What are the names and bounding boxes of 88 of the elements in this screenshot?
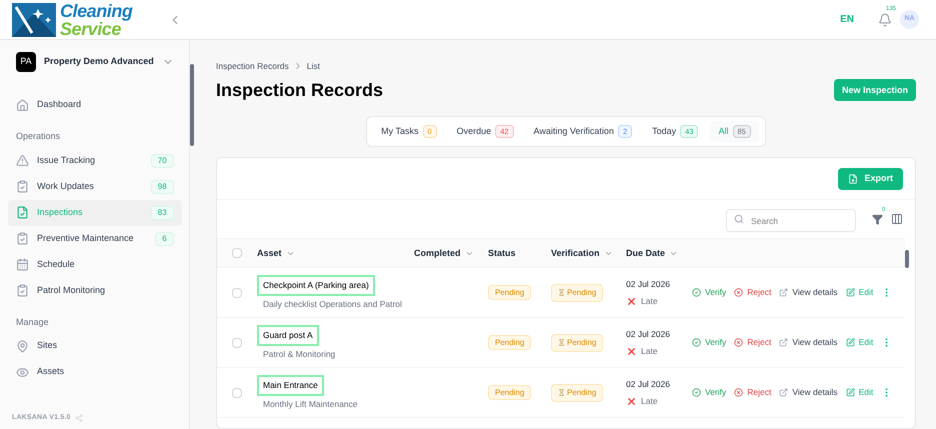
clipboard-icon [16,180,29,193]
asset-subtitle: Patrol & Monitoring [262,348,336,360]
clipboard-icon [16,232,29,245]
asset-name[interactable]: Main Entrance [257,375,324,396]
warning-icon [16,154,29,167]
column-header[interactable]: Verification [551,246,613,260]
check-circle-icon [692,388,701,398]
external-link-icon [779,388,788,398]
late-label: Late [641,344,658,358]
status-badge: Pending [488,385,532,400]
share-icon [74,414,83,422]
search-icon [734,214,744,224]
check-circle-icon [692,338,701,348]
check-circle-icon [692,288,701,298]
pencil-square-icon [846,388,855,398]
document-check-icon [16,206,29,219]
external-link-icon [779,288,788,298]
late-label: Late [641,294,658,308]
x-circle-icon [734,388,744,398]
download-icon [848,174,858,184]
column-header[interactable]: Due Date [626,246,678,260]
sidebar-item[interactable]: Patrol Monitoring [8,278,182,304]
search-field[interactable]: Search [726,209,856,232]
section-heading: Operations [15,130,62,143]
logo-icon [12,2,56,36]
count-badge: 83 [150,206,174,220]
clipboard-icon [16,284,29,297]
reject-link[interactable]: Reject [734,286,772,300]
due-date: 02 Jul 2026 [626,378,671,391]
house-icon [16,98,29,112]
sidebar-item[interactable]: Issue Tracking 70 [8,148,182,174]
scrollbar-thumb[interactable] [190,64,194,146]
sidebar-item[interactable]: Preventive Maintenance 6 [8,226,182,252]
section-heading: Manage [15,316,50,329]
cross-icon [626,296,637,307]
cross-icon [626,396,637,407]
column-header[interactable]: Status [488,246,516,260]
breadcrumb-link[interactable]: Inspection Records [216,60,289,73]
view-details-link[interactable]: View details [779,286,838,300]
x-circle-icon [734,288,744,298]
asset-subtitle: Daily checklist Operations and Patrol [262,298,402,310]
checkbox[interactable] [232,338,242,348]
bell-icon[interactable] [878,12,892,26]
count-badge: 98 [150,180,174,194]
status-badge: Pending [488,285,532,300]
cross-icon [626,346,637,357]
checkbox[interactable] [232,288,242,298]
column-header[interactable]: Completed [414,246,474,260]
checkbox[interactable] [232,248,242,258]
pencil-square-icon [846,338,855,348]
map-pin-icon [16,340,29,352]
late-label: Late [641,394,658,408]
property-avatar: PA [16,52,36,72]
count-badge: 70 [150,154,174,168]
verification-badge: Pending [551,284,604,302]
checkbox[interactable] [232,388,242,398]
reject-link[interactable]: Reject [734,336,772,350]
due-date: 02 Jul 2026 [626,328,671,341]
logo-text: Cleaning [60,2,132,20]
sidebar-item[interactable]: Work Updates 98 [8,174,182,200]
view-details-link[interactable]: View details [779,386,838,400]
property-selector[interactable]: PA Property Demo Advanced [8,48,182,76]
sidebar-item[interactable]: Schedule [8,252,182,278]
asset-name[interactable]: Checkpoint A (Parking area) [257,275,375,296]
view-details-link[interactable]: View details [779,336,838,350]
scrollbar-thumb[interactable] [905,250,909,268]
sidebar-item[interactable]: Assets [8,359,182,385]
count-badge: 6 [155,232,174,246]
due-date: 02 Jul 2026 [626,278,671,291]
status-badge: Pending [488,335,532,350]
page-title: Inspection Records [216,78,384,102]
sidebar-item[interactable]: Sites [8,333,182,359]
sidebar-item[interactable]: Dashboard [8,92,182,118]
asset-subtitle: Monthly Lift Maintenance [262,398,358,410]
logo-text: Service [60,20,121,38]
verification-badge: Pending [551,334,604,352]
asset-name[interactable]: Guard post A [257,325,319,346]
columns-icon[interactable] [891,213,903,226]
verification-badge: Pending [551,384,604,402]
column-header[interactable]: Asset [257,246,295,260]
filter-icon[interactable] [872,214,883,225]
x-circle-icon [734,338,744,348]
eye-icon [16,366,29,378]
breadcrumb-current: List [306,60,320,73]
reject-link[interactable]: Reject [734,386,772,400]
external-link-icon [779,338,788,348]
calendar-icon [16,258,29,271]
pencil-square-icon [846,288,855,298]
